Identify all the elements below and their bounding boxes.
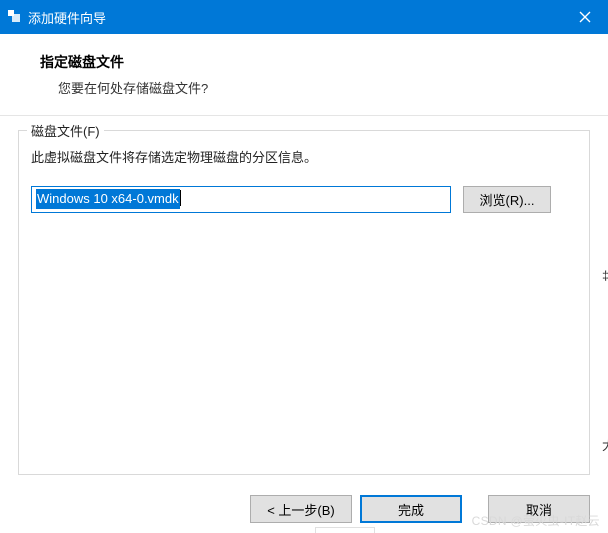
browse-button[interactable]: 浏览(R)... bbox=[463, 186, 551, 213]
disk-file-value: Windows 10 x64-0.vmdk bbox=[36, 189, 180, 209]
right-frag-bottom: 大 bbox=[602, 435, 608, 454]
footer-buttons: < 上一步(B) 完成 取消 bbox=[250, 495, 590, 523]
header-area: 指定磁盘文件 您要在何处存储磁盘文件? bbox=[0, 34, 608, 116]
titlebar-left: 添加硬件向导 bbox=[8, 8, 106, 27]
page-subtitle: 您要在何处存储磁盘文件? bbox=[58, 78, 582, 97]
close-button[interactable] bbox=[562, 0, 608, 34]
finish-button[interactable]: 完成 bbox=[360, 495, 462, 523]
file-row: Windows 10 x64-0.vmdk 浏览(R)... bbox=[31, 186, 577, 213]
group-label: 磁盘文件(F) bbox=[27, 121, 104, 140]
wizard-icon bbox=[8, 10, 22, 24]
back-button[interactable]: < 上一步(B) bbox=[250, 495, 352, 523]
titlebar-title: 添加硬件向导 bbox=[28, 8, 106, 27]
page-title: 指定磁盘文件 bbox=[40, 52, 582, 72]
disk-file-group: 磁盘文件(F) 此虚拟磁盘文件将存储选定物理磁盘的分区信息。 Windows 1… bbox=[18, 130, 590, 475]
close-icon bbox=[579, 11, 591, 23]
group-description: 此虚拟磁盘文件将存储选定物理磁盘的分区信息。 bbox=[31, 147, 577, 166]
content-area: 磁盘文件(F) 此虚拟磁盘文件将存储选定物理磁盘的分区信息。 Windows 1… bbox=[0, 116, 608, 475]
right-fragment: ‡ 大 bbox=[602, 268, 608, 454]
right-frag-top: ‡ bbox=[602, 268, 608, 283]
spacer bbox=[470, 495, 480, 523]
disk-file-input[interactable]: Windows 10 x64-0.vmdk bbox=[31, 186, 451, 213]
cancel-button[interactable]: 取消 bbox=[488, 495, 590, 523]
titlebar: 添加硬件向导 bbox=[0, 0, 608, 34]
bottom-fragment bbox=[315, 527, 375, 533]
